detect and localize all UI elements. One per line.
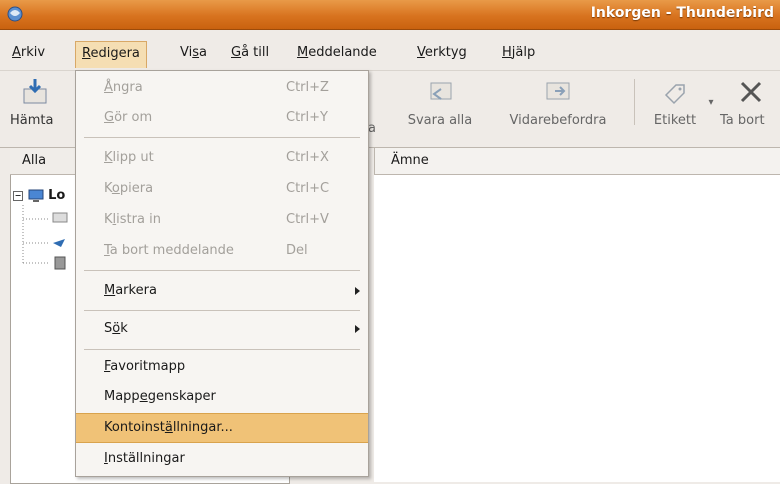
reply-all-button[interactable]: Svara alla — [394, 77, 486, 128]
collapse-toggle-icon[interactable]: − — [13, 190, 23, 201]
menu-separator — [84, 137, 360, 138]
forward-button[interactable]: Vidarebefordra — [492, 77, 624, 128]
menu-separator — [84, 349, 360, 350]
menu-undo[interactable]: Ångra Ctrl+Z — [76, 74, 368, 102]
folder-tree-lines — [22, 205, 68, 270]
forward-icon — [546, 82, 570, 100]
tag-button[interactable]: Etikett — [644, 77, 706, 128]
tree-root[interactable]: − Lo — [13, 187, 65, 205]
title-bar: Inkorgen - Thunderbird — [0, 0, 780, 30]
toolbar-separator — [634, 79, 635, 125]
menu-verktyg[interactable]: Verktyg — [411, 41, 473, 65]
delete-icon — [740, 81, 762, 103]
menu-ga-till[interactable]: Gå till — [225, 41, 275, 65]
inbox-folder-icon — [52, 212, 68, 223]
submenu-arrow-icon — [355, 287, 360, 295]
subject-column-header[interactable]: Ämne — [374, 148, 780, 175]
delete-button[interactable]: Ta bort — [720, 77, 780, 128]
get-mail-icon — [23, 79, 47, 104]
window-title: Inkorgen - Thunderbird — [590, 5, 774, 21]
trash-icon — [54, 256, 66, 270]
menu-meddelande[interactable]: Meddelande — [291, 41, 383, 65]
menu-redigera[interactable]: Redigera — [75, 41, 147, 68]
edit-menu-dropdown: Ångra Ctrl+Z Gör om Ctrl+Y Klipp ut Ctrl+X … — [75, 70, 369, 477]
menu-separator — [84, 310, 360, 311]
sent-folder-icon — [53, 239, 65, 247]
tag-icon — [664, 84, 685, 105]
menu-copy[interactable]: Kopiera Ctrl+C — [76, 175, 368, 203]
menu-folder-properties[interactable]: Mappegenskaper — [76, 383, 368, 411]
menu-visa[interactable]: Visa — [174, 41, 213, 65]
menu-redo[interactable]: Gör om Ctrl+Y — [76, 104, 368, 132]
menu-arkiv[interactable]: Arkiv — [6, 41, 51, 65]
menu-favorite-folder[interactable]: Favoritmapp — [76, 353, 368, 381]
computer-icon — [28, 189, 44, 202]
menu-preferences[interactable]: Inställningar — [76, 445, 368, 473]
menu-find[interactable]: Sök — [76, 315, 368, 343]
get-mail-button[interactable]: Hämta — [10, 77, 70, 128]
menu-account-settings[interactable]: Kontoinställningar... — [76, 413, 368, 443]
menu-separator — [84, 270, 360, 271]
reply-all-icon — [430, 82, 452, 100]
menu-paste[interactable]: Klistra in Ctrl+V — [76, 206, 368, 234]
submenu-arrow-icon — [355, 325, 360, 333]
tag-dropdown-arrow[interactable]: ▾ — [706, 97, 716, 108]
thunderbird-icon — [7, 6, 23, 22]
menu-hjalp[interactable]: Hjälp — [496, 41, 541, 65]
menu-bar: Arkiv Redigera Visa Gå till Meddelande V… — [0, 30, 780, 70]
message-list — [374, 148, 780, 482]
menu-delete-message[interactable]: Ta bort meddelande Del — [76, 237, 368, 265]
menu-select[interactable]: Markera — [76, 277, 368, 305]
menu-cut[interactable]: Klipp ut Ctrl+X — [76, 144, 368, 172]
